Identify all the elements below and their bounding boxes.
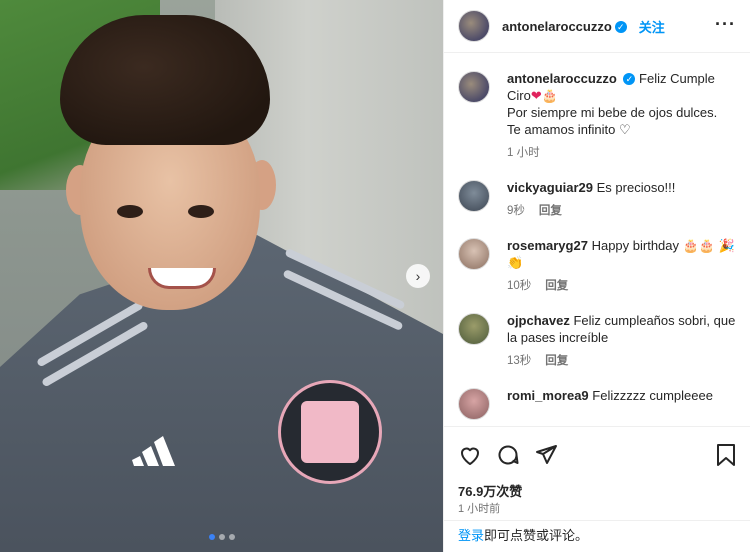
club-crest [278, 380, 382, 484]
post-photo[interactable]: › [0, 0, 443, 552]
comment: ojpchavez Feliz cumpleaños sobri, que la… [458, 295, 736, 370]
three-stripes-logo [132, 436, 175, 466]
eye [188, 205, 214, 218]
comment-text: Felizzzzz cumpleeee [592, 388, 713, 403]
comment-icon[interactable] [496, 443, 520, 467]
login-prompt-text: 即可点赞或评论。 [484, 528, 589, 543]
carousel-dots [0, 534, 443, 540]
carousel-dot [208, 534, 215, 540]
comment-username[interactable]: rosemaryg27 [507, 238, 588, 253]
white-heart-icon: ♡ [619, 122, 631, 137]
caption-username[interactable]: antonelaroccuzzo [507, 71, 617, 86]
comment-username[interactable]: vickyaguiar29 [507, 180, 593, 195]
caption-line2: Por siempre mi bebe de ojos dulces. [507, 105, 718, 120]
avatar[interactable] [458, 388, 490, 420]
post-header: antonelaroccuzzo ✓ 关注 ··· [444, 0, 750, 53]
comment-username[interactable]: ojpchavez [507, 313, 570, 328]
share-icon[interactable] [534, 443, 558, 467]
verified-badge-icon: ✓ [614, 20, 627, 33]
comment: romi_morea9 Felizzzzz cumpleeee [458, 370, 736, 420]
comment-text: Es precioso!!! [596, 180, 676, 195]
reply-button[interactable]: 回复 [545, 280, 568, 292]
comment-time: 10秒 [507, 280, 532, 292]
reply-button[interactable]: 回复 [545, 355, 568, 367]
verified-badge-icon: ✓ [623, 73, 636, 85]
eye [117, 205, 143, 218]
comment-username[interactable]: romi_morea9 [507, 388, 589, 403]
like-count[interactable]: 76.9万次赞 [458, 481, 522, 500]
comment-time: 9秒 [507, 205, 525, 217]
caption: antonelaroccuzzo ✓ Feliz Cumple Ciro❤🎂 P… [458, 53, 736, 162]
comment: vickyaguiar29 Es precioso!!! 9秒 回复 [458, 162, 736, 220]
comment-time: 13秒 [507, 355, 532, 367]
avatar[interactable] [458, 313, 490, 345]
red-heart-icon: ❤ [530, 88, 542, 103]
reply-button[interactable]: 回复 [539, 205, 562, 217]
instagram-post: › antonelaroccuzzo ✓ 关注 ··· antonelaroccu… [0, 0, 750, 552]
caption-time: 1 小时 [507, 147, 540, 159]
carousel-dot [228, 534, 235, 540]
post-sidebar: antonelaroccuzzo ✓ 关注 ··· antonelaroccuzz… [443, 0, 750, 552]
login-prompt: 登录即可点赞或评论。 [444, 520, 750, 553]
login-link[interactable]: 登录 [458, 528, 484, 543]
bookmark-icon[interactable] [715, 443, 737, 467]
follow-button[interactable]: 关注 [639, 17, 665, 36]
author-username[interactable]: antonelaroccuzzo ✓ [502, 19, 627, 34]
carousel-dot [218, 534, 225, 540]
avatar[interactable] [458, 71, 490, 103]
hair [60, 15, 270, 145]
cake-icon: 🎂 [541, 88, 558, 103]
avatar[interactable] [458, 238, 490, 270]
action-bar [444, 426, 750, 482]
avatar[interactable] [458, 10, 490, 42]
comments-list[interactable]: antonelaroccuzzo ✓ Feliz Cumple Ciro❤🎂 P… [444, 53, 750, 426]
smile [148, 268, 216, 289]
caption-line3: Te amamos infinito [507, 122, 616, 137]
heart-icon[interactable] [458, 443, 482, 467]
chevron-right-icon[interactable]: › [406, 264, 430, 288]
more-options-icon[interactable]: ··· [715, 14, 736, 35]
username-text[interactable]: antonelaroccuzzo [502, 19, 612, 34]
post-time[interactable]: 1 小时前 [458, 500, 500, 516]
comment: rosemaryg27 Happy birthday 🎂🎂 🎉👏 10秒 回复 [458, 220, 736, 295]
avatar[interactable] [458, 180, 490, 212]
